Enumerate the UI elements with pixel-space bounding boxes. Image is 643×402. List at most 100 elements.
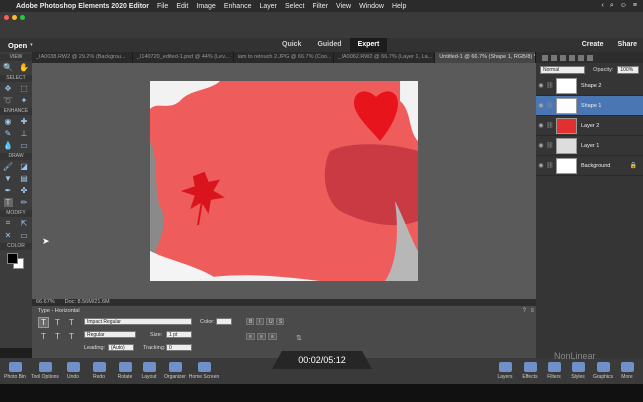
menu-filter[interactable]: Filter [312, 3, 328, 10]
visibility-eye-icon[interactable]: ◉ [536, 102, 546, 109]
visibility-eye-icon[interactable]: ◉ [536, 162, 546, 169]
layer-row-selected[interactable]: ◉ ⛓ Shape 1 [536, 96, 643, 116]
align-center-button[interactable]: ≡ [257, 333, 266, 340]
type-on-path-icon[interactable]: T [66, 331, 77, 342]
align-left-button[interactable]: ≡ [246, 333, 255, 340]
blur-tool-icon[interactable]: 💧 [3, 141, 13, 150]
magic-wand-tool-icon[interactable]: ✦ [20, 96, 29, 105]
layer-row[interactable]: ◉ ⛓ Layer 1 [536, 136, 643, 156]
doc-tab[interactable]: _IA0062.RW2 @ 66.7% (Layer 1, La... [334, 52, 436, 63]
foreground-color-swatch[interactable] [7, 253, 18, 264]
photo-bin-button[interactable]: Photo Bin [0, 362, 30, 380]
visibility-eye-icon[interactable]: ◉ [536, 122, 546, 129]
menu-file[interactable]: File [157, 3, 168, 10]
options-menu-icon[interactable]: ≡ [530, 308, 534, 314]
zoom-tool-icon[interactable]: 🔍 [3, 63, 13, 72]
doc-tab[interactable]: _IA0038.RW2 @ 29.2% (Backgrou... [32, 52, 133, 63]
link-icon[interactable]: ⛓ [546, 162, 554, 169]
bold-button[interactable]: B [246, 318, 254, 325]
straighten-tool-icon[interactable]: ▭ [20, 231, 29, 240]
link-icon[interactable]: ⛓ [546, 142, 554, 149]
tab-expert[interactable]: Expert [349, 38, 388, 52]
type-mask-icon[interactable]: T [66, 317, 77, 328]
font-family-select[interactable]: Impact Regular [84, 318, 192, 325]
menu-image[interactable]: Image [196, 3, 215, 10]
crop-tool-icon[interactable]: ⌗ [4, 218, 13, 228]
hand-tool-icon[interactable]: ✋ [19, 63, 29, 72]
font-style-select[interactable]: Regular [84, 331, 136, 338]
custom-shape-tool-icon[interactable]: ✤ [20, 186, 29, 195]
create-button[interactable]: Create [582, 38, 604, 52]
tab-quick[interactable]: Quick [274, 38, 309, 52]
italic-button[interactable]: I [256, 318, 264, 325]
text-color-swatch[interactable] [216, 318, 232, 325]
app-name[interactable]: Adobe Photoshop Elements 2020 Editor [16, 3, 149, 10]
close-window-button[interactable] [4, 15, 9, 20]
open-dropdown-icon[interactable]: ▾ [30, 42, 33, 48]
sponge-tool-icon[interactable]: ▭ [20, 141, 29, 150]
type-horizontal-icon[interactable]: T [38, 317, 49, 328]
clone-stamp-tool-icon[interactable]: ⊥ [20, 129, 29, 138]
layer-mask-icon[interactable] [569, 54, 575, 61]
canvas-area[interactable]: ➤ [32, 63, 536, 299]
user-icon[interactable]: ☺ [620, 2, 627, 10]
paint-bucket-tool-icon[interactable]: ▼ [4, 174, 13, 183]
type-vertical-icon[interactable]: T [52, 317, 63, 328]
layer-row[interactable]: ◉ ⛓ Shape 2 [536, 76, 643, 96]
menu-enhance[interactable]: Enhance [224, 3, 252, 10]
color-picker-tool-icon[interactable]: ✒ [4, 186, 13, 195]
recompose-tool-icon[interactable]: ⇱ [20, 219, 29, 228]
smart-brush-tool-icon[interactable]: ✎ [4, 129, 13, 138]
underline-button[interactable]: U [266, 318, 274, 325]
eraser-tool-icon[interactable]: ◪ [20, 162, 29, 171]
menu-edit[interactable]: Edit [176, 3, 188, 10]
content-aware-move-tool-icon[interactable]: ✕ [4, 231, 13, 240]
pencil-tool-icon[interactable]: ✏ [20, 198, 29, 207]
tool-options-button[interactable]: Tool Options [30, 362, 60, 380]
document-canvas[interactable] [150, 81, 418, 281]
search-icon[interactable]: ⌕ [610, 2, 614, 10]
opacity-input[interactable]: 100% [617, 65, 639, 74]
new-group-icon[interactable] [551, 54, 557, 61]
back-icon[interactable]: ‹ [601, 2, 603, 10]
blend-mode-select[interactable]: Normal [540, 65, 586, 74]
marquee-tool-icon[interactable]: ⬚ [20, 84, 29, 93]
brush-tool-icon[interactable]: 🖌 [3, 162, 13, 171]
link-icon[interactable]: ⛓ [546, 102, 554, 109]
share-button[interactable]: Share [618, 38, 637, 52]
align-right-button[interactable]: ≡ [268, 333, 277, 340]
text-orientation-icon[interactable]: ⇅ [296, 334, 302, 342]
move-tool-icon[interactable]: ✥ [4, 84, 13, 93]
visibility-eye-icon[interactable]: ◉ [536, 82, 546, 89]
type-tool-icon[interactable]: T [3, 197, 13, 207]
minimize-window-button[interactable] [12, 15, 17, 20]
leading-select[interactable]: (Auto) [108, 344, 134, 351]
lasso-tool-icon[interactable]: ➰ [3, 96, 13, 105]
menu-window[interactable]: Window [359, 3, 384, 10]
layer-row[interactable]: ◉ ⛓ Background 🔒 [536, 156, 643, 176]
gradient-tool-icon[interactable]: ▤ [20, 174, 29, 183]
open-button[interactable]: Open [8, 41, 27, 50]
strikethrough-button[interactable]: S [276, 318, 284, 325]
adjustment-layer-icon[interactable] [560, 54, 566, 61]
menu-select[interactable]: Select [285, 3, 304, 10]
menu-help[interactable]: Help [392, 3, 406, 10]
menu-layer[interactable]: Layer [259, 3, 277, 10]
spot-healing-tool-icon[interactable]: ✚ [20, 117, 29, 126]
menu-list-icon[interactable]: ≡ [633, 2, 637, 10]
new-layer-icon[interactable] [542, 54, 548, 61]
doc-tab[interactable]: iam to retouch 2.JPG @ 66.7% (Coo... [234, 52, 335, 63]
type-on-shape-icon[interactable]: T [52, 331, 63, 342]
doc-tab[interactable]: _I140720_edited-1.psd @ 44% (Lev... [133, 52, 234, 63]
type-on-selection-icon[interactable]: T [38, 331, 49, 342]
lock-icon[interactable] [578, 54, 584, 61]
help-icon[interactable]: ? [523, 308, 526, 314]
layer-row[interactable]: ◉ ⛓ Layer 2 [536, 116, 643, 136]
link-icon[interactable]: ⛓ [546, 82, 554, 89]
font-size-select[interactable]: 1 pt [166, 331, 192, 338]
eye-tool-icon[interactable]: ◉ [4, 117, 13, 126]
home-screen-button[interactable]: Home Screen [186, 362, 222, 380]
menu-view[interactable]: View [336, 3, 351, 10]
link-icon[interactable]: ⛓ [546, 122, 554, 129]
doc-tab-active[interactable]: Untitled-1 @ 66.7% (Shape 1, RGB/8) * [435, 52, 536, 63]
